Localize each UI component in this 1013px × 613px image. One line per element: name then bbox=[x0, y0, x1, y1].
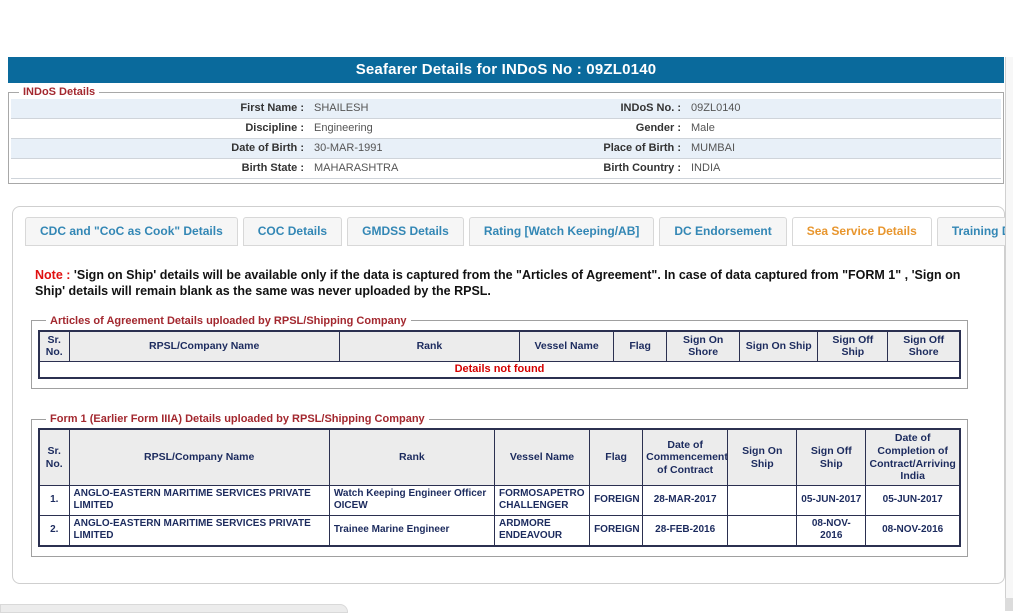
discipline-value: Engineering bbox=[304, 119, 574, 138]
tab-coc-details[interactable]: COC Details bbox=[243, 217, 342, 246]
cell-flag: FOREIGN bbox=[590, 515, 643, 546]
note: Note : 'Sign on Ship' details will be av… bbox=[35, 267, 990, 300]
birth-state-label: Birth State : bbox=[11, 159, 304, 178]
tab-sea-service-details[interactable]: Sea Service Details bbox=[792, 217, 932, 246]
gender-value: Male bbox=[681, 119, 1001, 138]
tab-bar: CDC and "CoC as Cook" Details COC Detail… bbox=[25, 217, 992, 246]
cell-commencement-date: 28-FEB-2016 bbox=[643, 515, 728, 546]
cell-vessel: FORMOSAPETRO CHALLENGER bbox=[494, 485, 589, 515]
col-sign-on-shore: Sign On Shore bbox=[667, 331, 740, 362]
cell-flag: FOREIGN bbox=[590, 485, 643, 515]
scrollbar-corner bbox=[1005, 598, 1013, 611]
form1-header-row: Sr. No. RPSL/Company Name Rank Vessel Na… bbox=[39, 429, 960, 485]
col-sign-off-ship: Sign Off Ship bbox=[797, 429, 866, 485]
col-rank: Rank bbox=[339, 331, 519, 362]
tab-gmdss-details[interactable]: GMDSS Details bbox=[347, 217, 464, 246]
articles-legend: Articles of Agreement Details uploaded b… bbox=[46, 315, 411, 327]
articles-empty-row: Details not found bbox=[39, 361, 960, 378]
first-name-value: SHAILESH bbox=[304, 99, 574, 118]
indos-row-3: Date of Birth : 30-MAR-1991 Place of Bir… bbox=[11, 139, 1001, 159]
col-rpsl-company-name: RPSL/Company Name bbox=[69, 331, 339, 362]
cell-commencement-date: 28-MAR-2017 bbox=[643, 485, 728, 515]
form1-fieldset: Form 1 (Earlier Form IIIA) Details uploa… bbox=[31, 413, 968, 556]
tab-dc-endorsement[interactable]: DC Endorsement bbox=[659, 217, 786, 246]
col-flag: Flag bbox=[614, 331, 667, 362]
indos-row-4: Birth State : MAHARASHTRA Birth Country … bbox=[11, 159, 1001, 179]
cell-completion-date: 08-NOV-2016 bbox=[866, 515, 960, 546]
cell-sign-off-ship: 08-NOV-2016 bbox=[797, 515, 866, 546]
col-vessel-name: Vessel Name bbox=[494, 429, 589, 485]
discipline-label: Discipline : bbox=[11, 119, 304, 138]
cell-sr-no: 2. bbox=[39, 515, 69, 546]
cell-vessel: ARDMORE ENDEAVOUR bbox=[494, 515, 589, 546]
cell-rank: Watch Keeping Engineer Officer OICEW bbox=[329, 485, 494, 515]
col-sign-off-shore: Sign Off Shore bbox=[888, 331, 960, 362]
indos-details-fieldset: INDoS Details First Name : SHAILESH INDo… bbox=[8, 86, 1004, 184]
col-sr-no: Sr. No. bbox=[39, 429, 69, 485]
table-row: 1. ANGLO-EASTERN MARITIME SERVICES PRIVA… bbox=[39, 485, 960, 515]
tab-rating-watch-keeping-ab[interactable]: Rating [Watch Keeping/AB] bbox=[469, 217, 655, 246]
articles-of-agreement-fieldset: Articles of Agreement Details uploaded b… bbox=[31, 315, 968, 390]
col-sign-on-ship: Sign On Ship bbox=[728, 429, 797, 485]
details-not-found-message: Details not found bbox=[39, 361, 960, 378]
tab-training-details[interactable]: Training Details bbox=[937, 217, 1013, 246]
col-vessel-name: Vessel Name bbox=[520, 331, 614, 362]
cell-sign-on-ship bbox=[728, 485, 797, 515]
place-of-birth-label: Place of Birth : bbox=[574, 139, 681, 158]
birth-country-value: INDIA bbox=[681, 159, 1001, 178]
col-date-of-commencement: Date of Commencement of Contract bbox=[643, 429, 728, 485]
place-of-birth-value: MUMBAI bbox=[681, 139, 1001, 158]
cell-sign-off-ship: 05-JUN-2017 bbox=[797, 485, 866, 515]
col-sign-on-ship: Sign On Ship bbox=[740, 331, 818, 362]
cell-completion-date: 05-JUN-2017 bbox=[866, 485, 960, 515]
vertical-scrollbar[interactable] bbox=[1005, 57, 1013, 611]
col-flag: Flag bbox=[590, 429, 643, 485]
cell-sr-no: 1. bbox=[39, 485, 69, 515]
first-name-label: First Name : bbox=[11, 99, 304, 118]
birth-state-value: MAHARASHTRA bbox=[304, 159, 574, 178]
indos-no-value: 09ZL0140 bbox=[681, 99, 1001, 118]
tab-cdc-coc-as-cook-details[interactable]: CDC and "CoC as Cook" Details bbox=[25, 217, 238, 246]
articles-table: Sr. No. RPSL/Company Name Rank Vessel Na… bbox=[38, 330, 961, 380]
cell-sign-on-ship bbox=[728, 515, 797, 546]
note-prefix: Note : bbox=[35, 268, 70, 282]
page-title-bar: Seafarer Details for INDoS No : 09ZL0140 bbox=[8, 57, 1004, 83]
col-sign-off-ship: Sign Off Ship bbox=[818, 331, 888, 362]
form1-table: Sr. No. RPSL/Company Name Rank Vessel Na… bbox=[38, 428, 961, 546]
gender-label: Gender : bbox=[574, 119, 681, 138]
birth-country-label: Birth Country : bbox=[574, 159, 681, 178]
note-text: 'Sign on Ship' details will be available… bbox=[35, 268, 960, 298]
table-row: 2. ANGLO-EASTERN MARITIME SERVICES PRIVA… bbox=[39, 515, 960, 546]
col-rpsl-company-name: RPSL/Company Name bbox=[69, 429, 329, 485]
col-sr-no: Sr. No. bbox=[39, 331, 69, 362]
page-title: Seafarer Details for INDoS No : 09ZL0140 bbox=[356, 61, 657, 78]
sea-service-tab-panel: CDC and "CoC as Cook" Details COC Detail… bbox=[12, 206, 1005, 584]
col-rank: Rank bbox=[329, 429, 494, 485]
indos-row-1: First Name : SHAILESH INDoS No. : 09ZL01… bbox=[11, 99, 1001, 119]
cell-company: ANGLO-EASTERN MARITIME SERVICES PRIVATE … bbox=[69, 515, 329, 546]
articles-header-row: Sr. No. RPSL/Company Name Rank Vessel Na… bbox=[39, 331, 960, 362]
form1-legend: Form 1 (Earlier Form IIIA) Details uploa… bbox=[46, 413, 429, 425]
partial-panel-edge bbox=[0, 604, 348, 613]
indos-row-2: Discipline : Engineering Gender : Male bbox=[11, 119, 1001, 139]
cell-rank: Trainee Marine Engineer bbox=[329, 515, 494, 546]
cell-company: ANGLO-EASTERN MARITIME SERVICES PRIVATE … bbox=[69, 485, 329, 515]
col-date-of-completion: Date of Completion of Contract/Arriving … bbox=[866, 429, 960, 485]
date-of-birth-value: 30-MAR-1991 bbox=[304, 139, 574, 158]
indos-no-label: INDoS No. : bbox=[574, 99, 681, 118]
indos-details-legend: INDoS Details bbox=[19, 86, 99, 98]
date-of-birth-label: Date of Birth : bbox=[11, 139, 304, 158]
